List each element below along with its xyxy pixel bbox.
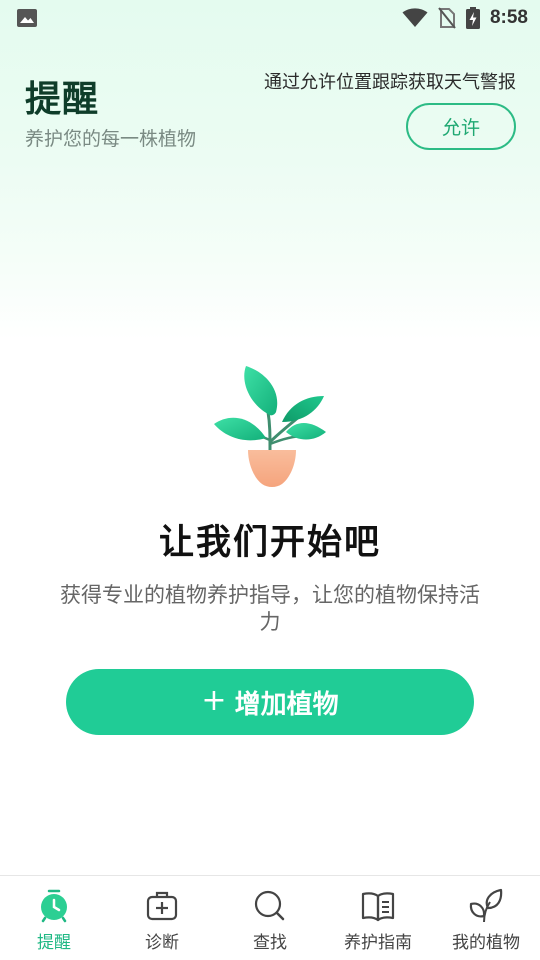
status-bar: 8:58 — [0, 0, 540, 36]
page-title: 提醒 — [25, 79, 100, 120]
bottom-nav: 提醒 诊断 查找 养护指南 我的植物 — [0, 875, 540, 960]
weather-alert-prompt: 通过允许位置跟踪获取天气警报 — [264, 72, 516, 93]
nav-item-reminders[interactable]: 提醒 — [0, 876, 108, 960]
allow-location-button[interactable]: 允许 — [406, 103, 516, 150]
add-plant-button[interactable]: + 增加植物 — [66, 669, 474, 735]
nav-item-care-guide[interactable]: 养护指南 — [324, 876, 432, 960]
image-icon — [17, 9, 37, 27]
nav-item-search[interactable]: 查找 — [216, 876, 324, 960]
potted-plant-icon — [214, 366, 326, 487]
nav-label: 提醒 — [37, 933, 71, 953]
no-sim-icon — [438, 7, 456, 29]
search-icon — [254, 890, 285, 921]
book-icon — [361, 892, 395, 922]
nav-label: 诊断 — [145, 933, 179, 953]
wifi-icon — [402, 8, 428, 27]
battery-charging-icon — [465, 7, 480, 29]
nav-item-diagnose[interactable]: 诊断 — [108, 876, 216, 960]
plus-icon: + — [201, 682, 227, 718]
medical-kit-icon — [146, 891, 178, 921]
nav-label: 我的植物 — [452, 933, 520, 953]
nav-item-my-plants[interactable]: 我的植物 — [432, 876, 540, 960]
add-plant-label: 增加植物 — [234, 689, 339, 720]
empty-state-title: 让我们开始吧 — [158, 523, 381, 563]
status-time: 8:58 — [489, 7, 528, 28]
nav-label: 养护指南 — [344, 933, 412, 953]
leaves-icon — [469, 888, 503, 923]
alarm-clock-icon — [41, 889, 67, 923]
empty-state-description: 获得专业的植物养护指导，让您的植物保持活力 — [60, 583, 480, 634]
page-subtitle: 养护您的每一株植物 — [25, 128, 197, 150]
nav-label: 查找 — [253, 933, 287, 953]
